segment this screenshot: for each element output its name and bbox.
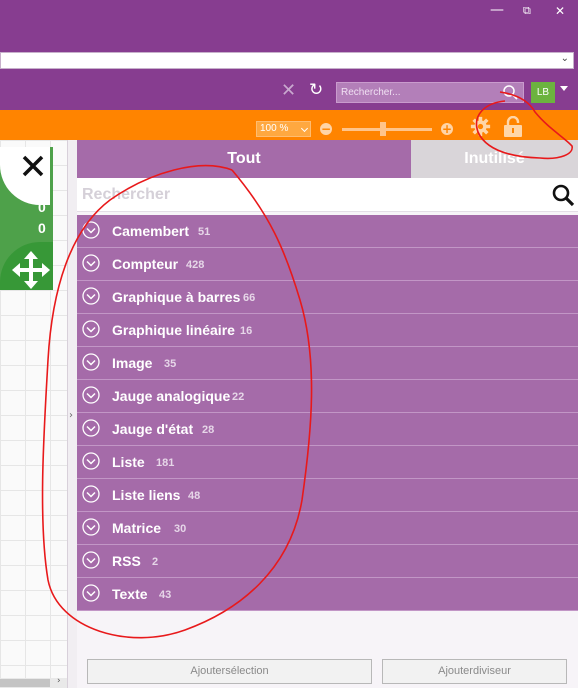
panel-tabs: Tout Inutilisé xyxy=(77,140,578,178)
list-item-count: 43 xyxy=(159,589,172,601)
user-avatar[interactable]: LB xyxy=(531,82,555,103)
list-item-count: 66 xyxy=(243,292,256,304)
add-divider-button[interactable]: Ajouterdiviseur xyxy=(382,659,567,684)
search-icon[interactable] xyxy=(551,183,575,207)
address-field[interactable]: ⌄ xyxy=(0,52,574,69)
expand-chevron-icon[interactable] xyxy=(82,353,100,371)
list-item-count: 35 xyxy=(164,358,177,370)
list-item-count: 428 xyxy=(186,259,205,271)
chevron-down-icon[interactable]: ⌄ xyxy=(561,53,569,64)
search-icon[interactable] xyxy=(502,84,519,101)
list-item[interactable]: Matrice 30 xyxy=(77,512,578,545)
clear-icon[interactable]: ✕ xyxy=(281,80,296,101)
list-item-label: Image xyxy=(112,355,153,371)
list-item[interactable]: Jauge d'état 28 xyxy=(77,413,578,446)
list-item-label: Graphique linéaire xyxy=(112,322,235,338)
list-item-count: 22 xyxy=(232,391,245,403)
scrollbar-thumb[interactable] xyxy=(0,679,50,687)
minimize-button[interactable]: — xyxy=(490,2,504,18)
zoom-value: 100 % xyxy=(260,123,289,134)
list-item-count: 30 xyxy=(174,523,187,535)
zoom-slider-track[interactable] xyxy=(342,128,432,131)
close-icon[interactable] xyxy=(18,151,48,181)
user-menu-caret-icon[interactable] xyxy=(560,86,568,91)
zoom-in-button[interactable]: + xyxy=(441,123,453,135)
list-item-label: Texte xyxy=(112,586,148,602)
list-item-label: Matrice xyxy=(112,520,162,536)
expand-chevron-icon[interactable] xyxy=(82,485,100,503)
list-item[interactable]: Graphique linéaire 16 xyxy=(77,314,578,347)
chevron-right-icon[interactable]: › xyxy=(69,410,73,421)
list-item-label: Graphique à barres xyxy=(112,289,241,305)
toolbar-search xyxy=(336,82,524,103)
list-item-count: 181 xyxy=(156,457,175,469)
close-window-button[interactable]: ✕ xyxy=(555,4,565,18)
expand-chevron-icon[interactable] xyxy=(82,287,100,305)
list-item[interactable]: Jauge analogique 22 xyxy=(77,380,578,413)
list-item-label: Jauge analogique xyxy=(112,388,231,404)
list-item[interactable]: Liste 181 xyxy=(77,446,578,479)
move-icon[interactable] xyxy=(12,251,50,289)
list-item-label: RSS xyxy=(112,553,141,569)
list-item[interactable]: Compteur 428 xyxy=(77,248,578,281)
expand-chevron-icon[interactable] xyxy=(82,419,100,437)
list-item[interactable]: Graphique à barres 66 xyxy=(77,281,578,314)
zoom-slider-handle[interactable] xyxy=(380,122,386,136)
list-item-label: Jauge d'état xyxy=(112,421,194,437)
expand-chevron-icon[interactable] xyxy=(82,254,100,272)
tab-all[interactable]: Tout xyxy=(77,140,411,178)
widget-value: 0 xyxy=(38,199,46,215)
list-item-count: 48 xyxy=(188,490,201,502)
expand-chevron-icon[interactable] xyxy=(82,518,100,536)
list-item-label: Camembert xyxy=(112,223,190,239)
main-toolbar: ✕ ↻ LB xyxy=(0,72,578,110)
list-item-label: Liste xyxy=(112,454,145,470)
expand-chevron-icon[interactable] xyxy=(82,551,100,569)
widget-library-panel: Tout Inutilisé Camembert 51 Compteur 428… xyxy=(77,140,578,688)
add-selection-button[interactable]: Ajoutersélection xyxy=(87,659,372,684)
panel-search-input[interactable] xyxy=(82,184,522,206)
zoom-select[interactable]: 100 % xyxy=(256,121,311,137)
list-item[interactable]: RSS 2 xyxy=(77,545,578,578)
expand-chevron-icon[interactable] xyxy=(82,386,100,404)
panel-splitter[interactable]: › xyxy=(67,140,77,688)
restore-button[interactable]: ⧉ xyxy=(523,4,531,18)
list-item-label: Liste liens xyxy=(112,487,181,503)
list-item-label: Compteur xyxy=(112,256,179,272)
list-item[interactable]: Image 35 xyxy=(77,347,578,380)
horizontal-scrollbar[interactable]: › xyxy=(0,676,67,688)
chevron-down-icon xyxy=(300,124,309,133)
gear-icon[interactable] xyxy=(470,116,491,137)
list-item[interactable]: Texte 43 xyxy=(77,578,578,611)
refresh-icon[interactable]: ↻ xyxy=(309,80,323,100)
tab-unused[interactable]: Inutilisé xyxy=(411,140,578,178)
expand-chevron-icon[interactable] xyxy=(82,584,100,602)
list-item[interactable]: Camembert 51 xyxy=(77,215,578,248)
chevron-right-icon[interactable]: › xyxy=(57,676,61,686)
list-item-count: 28 xyxy=(202,424,215,436)
address-bar: ⌄ xyxy=(0,50,578,72)
toolbar-search-input[interactable] xyxy=(341,85,491,100)
list-item-count: 2 xyxy=(152,556,159,568)
list-item[interactable]: Liste liens 48 xyxy=(77,479,578,512)
widget-category-list: Camembert 51 Compteur 428 Graphique à ba… xyxy=(77,215,578,611)
list-item-count: 51 xyxy=(198,226,211,238)
zoom-toolbar: 100 % − + xyxy=(0,110,578,140)
list-item-count: 16 xyxy=(240,325,253,337)
expand-chevron-icon[interactable] xyxy=(82,320,100,338)
expand-chevron-icon[interactable] xyxy=(82,452,100,470)
expand-chevron-icon[interactable] xyxy=(82,221,100,239)
widget-value: 0 xyxy=(38,220,46,236)
title-bar: — ⧉ ✕ xyxy=(0,0,578,50)
zoom-out-button[interactable]: − xyxy=(320,123,332,135)
panel-search xyxy=(77,178,578,212)
canvas-widget[interactable]: 0 0 xyxy=(0,147,53,290)
lock-icon[interactable] xyxy=(502,116,524,137)
